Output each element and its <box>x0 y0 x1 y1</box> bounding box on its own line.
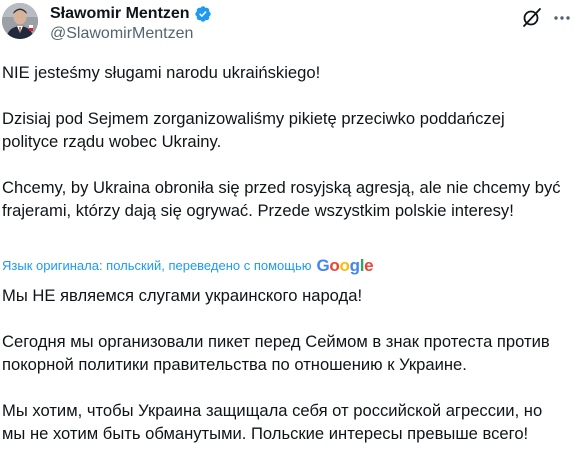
translation-note-text: Язык оригинала: польский, переведено с п… <box>2 257 312 273</box>
tweet-paragraph: NIE jesteśmy sługami narodu ukraińskiego… <box>2 63 321 82</box>
author-info: Sławomir Mentzen @SlawomirMentzen <box>50 4 212 43</box>
translated-paragraph: Мы хотим, чтобы Украина защищала себя от… <box>2 401 543 443</box>
avatar[interactable] <box>2 3 38 39</box>
tweet-card: Sławomir Mentzen @SlawomirMentzen NIE je… <box>0 0 579 457</box>
google-logo-icon: Google <box>316 255 374 275</box>
tweet-paragraph: Chcemy, by Ukraina obroniła się przed ro… <box>2 178 561 220</box>
translated-paragraph: Мы НЕ являемся слугами украинского народ… <box>2 286 363 305</box>
tweet-text: NIE jesteśmy sługami narodu ukraińskiego… <box>2 61 562 222</box>
translated-text: Мы НЕ являемся слугами украинского народ… <box>2 284 562 445</box>
verified-badge-icon[interactable] <box>194 5 212 23</box>
avatar-image <box>2 3 38 39</box>
grok-icon[interactable] <box>521 6 543 28</box>
translated-paragraph: Сегодня мы организовали пикет перед Сейм… <box>2 332 550 374</box>
tweet-paragraph: Dzisiaj pod Sejmem zorganizowaliśmy piki… <box>2 109 505 151</box>
more-icon[interactable] <box>552 8 572 28</box>
name-row: Sławomir Mentzen <box>50 4 212 23</box>
author-display-name[interactable]: Sławomir Mentzen <box>50 4 190 23</box>
author-handle[interactable]: @SlawomirMentzen <box>50 24 212 43</box>
translation-note[interactable]: Язык оригинала: польский, переведено с п… <box>2 254 374 276</box>
